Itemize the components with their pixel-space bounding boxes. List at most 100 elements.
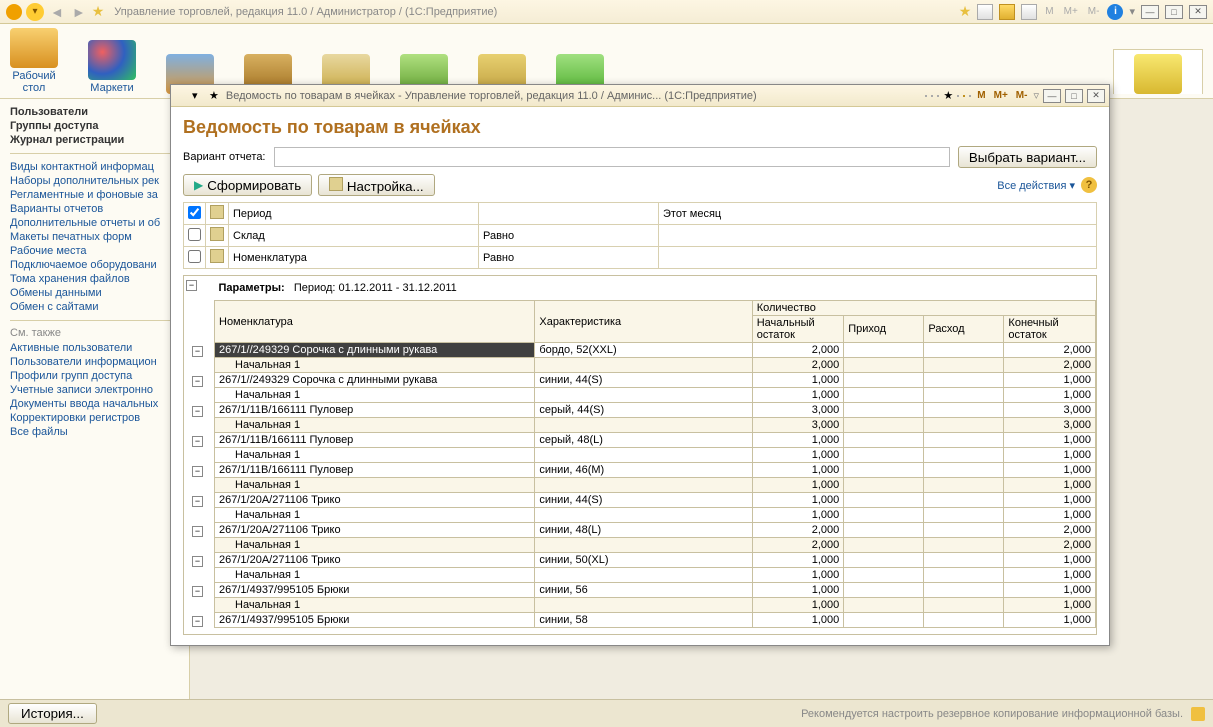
collapse-icon[interactable]: −	[192, 436, 203, 447]
collapse-icon[interactable]: −	[192, 586, 203, 597]
sidebar-item[interactable]: Все файлы	[10, 425, 179, 439]
sidebar-item[interactable]: Макеты печатных форм	[10, 230, 179, 244]
variant-input[interactable]	[274, 147, 950, 167]
star-icon[interactable]: ★	[943, 89, 953, 102]
preview-icon[interactable]	[937, 95, 939, 97]
report-row[interactable]: 267/1/20А/271106 Трикосинии, 44(S)1,0001…	[215, 493, 1096, 508]
report-row[interactable]: 267/1/11В/166111 Пуловерсерый, 48(L)1,00…	[215, 433, 1096, 448]
collapse-icon[interactable]: −	[192, 526, 203, 537]
modal-close-button[interactable]: ✕	[1087, 89, 1105, 103]
sidebar-item[interactable]: Рабочие места	[10, 244, 179, 258]
form-report-button[interactable]: ▶Сформировать	[183, 174, 312, 196]
print-icon[interactable]	[931, 95, 933, 97]
sidebar-item[interactable]: Активные пользователи	[10, 341, 179, 355]
report-row[interactable]: Начальная 13,0003,000	[215, 418, 1096, 433]
sidebar-item[interactable]: Пользователи информацион	[10, 355, 179, 369]
filter-checkbox[interactable]	[188, 228, 201, 241]
filter-checkbox[interactable]	[188, 250, 201, 263]
calc-icon[interactable]	[963, 95, 965, 97]
choose-variant-button[interactable]: Выбрать вариант...	[958, 146, 1097, 168]
collapse-icon[interactable]: −	[192, 466, 203, 477]
sidebar-item[interactable]: Пользователи	[10, 105, 179, 119]
collapse-icon[interactable]: −	[186, 280, 197, 291]
report-row[interactable]: Начальная 11,0001,000	[215, 568, 1096, 583]
sidebar-item[interactable]: Группы доступа	[10, 119, 179, 133]
forward-icon[interactable]: ►	[70, 4, 88, 20]
back-icon[interactable]: ◄	[48, 4, 66, 20]
section-desktop[interactable]: Рабочий стол	[10, 28, 58, 94]
modal-title: Ведомость по товарам в ячейках - Управле…	[226, 90, 923, 102]
collapse-icon[interactable]: −	[192, 496, 203, 507]
collapse-icon[interactable]: −	[192, 346, 203, 357]
filter-checkbox[interactable]	[188, 206, 201, 219]
m-plus-button[interactable]: M+	[992, 90, 1010, 101]
sidebar-item[interactable]: Регламентные и фоновые за	[10, 188, 179, 202]
all-actions-link[interactable]: Все действия ▾	[997, 179, 1075, 192]
report-row[interactable]: 267/1/11В/166111 Пуловерсинии, 46(М)1,00…	[215, 463, 1096, 478]
report-row[interactable]: 267/1/20А/271106 Трикосинии, 48(L)2,0002…	[215, 523, 1096, 538]
report-row[interactable]: 267/1/4937/995105 Брюкисинии, 581,0001,0…	[215, 613, 1096, 628]
tool-icon[interactable]	[957, 95, 959, 97]
report-row[interactable]: Начальная 12,0002,000	[215, 538, 1096, 553]
report-row[interactable]: 267/1/4937/995105 Брюкисинии, 561,0001,0…	[215, 583, 1096, 598]
m-button[interactable]: M	[975, 90, 987, 101]
report-row[interactable]: 267/1/11В/166111 Пуловерсерый, 44(S)3,00…	[215, 403, 1096, 418]
m-minus-button[interactable]: M-	[1014, 90, 1030, 101]
collapse-icon[interactable]: −	[192, 556, 203, 567]
sidebar-item[interactable]: Документы ввода начальных	[10, 397, 179, 411]
m-plus-button[interactable]: M+	[1062, 6, 1080, 17]
filter-row[interactable]: Склад Равно	[184, 225, 1097, 247]
section-marketing[interactable]: Маркети	[88, 40, 136, 94]
sidebar-item[interactable]: Профили групп доступа	[10, 369, 179, 383]
sidebar-item[interactable]: Корректировки регистров	[10, 411, 179, 425]
filter-row[interactable]: Номенклатура Равно	[184, 247, 1097, 269]
sidebar-item[interactable]: Обмены данными	[10, 286, 179, 300]
sidebar-item[interactable]: Тома хранения файлов	[10, 272, 179, 286]
report-row[interactable]: 267/1/20А/271106 Трикосинии, 50(XL)1,000…	[215, 553, 1096, 568]
help-icon[interactable]: ?	[1081, 177, 1097, 193]
favorite-icon[interactable]: ★	[209, 89, 219, 102]
sidebar-item[interactable]: Журнал регистрации	[10, 133, 179, 147]
maximize-button[interactable]: □	[1165, 5, 1183, 19]
collapse-icon[interactable]: −	[192, 406, 203, 417]
report-row[interactable]: Начальная 11,0001,000	[215, 448, 1096, 463]
close-button[interactable]: ✕	[1189, 5, 1207, 19]
modal-maximize-button[interactable]: □	[1065, 89, 1083, 103]
warning-icon[interactable]	[1191, 707, 1205, 721]
sidebar-item[interactable]: Варианты отчетов	[10, 202, 179, 216]
collapse-icon[interactable]: −	[192, 376, 203, 387]
sidebar-item[interactable]: Учетные записи электронно	[10, 383, 179, 397]
report-row[interactable]: Начальная 11,0001,000	[215, 478, 1096, 493]
report-row[interactable]: Начальная 11,0001,000	[215, 508, 1096, 523]
modal-minimize-button[interactable]: —	[1043, 89, 1061, 103]
m-minus-button[interactable]: M-	[1086, 6, 1102, 17]
report-row[interactable]: 267/1//249329 Сорочка с длинными рукавас…	[215, 373, 1096, 388]
report-grid[interactable]: Параметры: Период: 01.12.2011 - 31.12.20…	[183, 275, 1097, 635]
calendar-icon[interactable]	[999, 4, 1015, 20]
filter-row[interactable]: Период Этот месяц	[184, 203, 1097, 225]
favorite-icon[interactable]: ★	[92, 3, 105, 20]
dropdown-icon[interactable]: ▾	[192, 89, 206, 103]
collapse-icon[interactable]: −	[192, 616, 203, 627]
calc-icon[interactable]	[977, 4, 993, 20]
report-row[interactable]: Начальная 12,0002,000	[215, 358, 1096, 373]
m-button[interactable]: M	[1043, 6, 1055, 17]
history-button[interactable]: История...	[8, 703, 97, 724]
report-row[interactable]: Начальная 11,0001,000	[215, 388, 1096, 403]
star-icon[interactable]: ★	[959, 3, 972, 20]
tool-icon[interactable]	[1021, 4, 1037, 20]
sidebar-item[interactable]: Обмен с сайтами	[10, 300, 179, 314]
dropdown-icon[interactable]: ▾	[26, 3, 44, 21]
sidebar-item[interactable]: Виды контактной информац	[10, 160, 179, 174]
settings-button[interactable]: Настройка...	[318, 174, 434, 196]
report-row[interactable]: 267/1//249329 Сорочка с длинными рукаваб…	[215, 343, 1096, 358]
sidebar-item[interactable]: Наборы дополнительных рек	[10, 174, 179, 188]
info-icon[interactable]: i	[1107, 4, 1123, 20]
minimize-button[interactable]: —	[1141, 5, 1159, 19]
calendar-icon[interactable]	[969, 95, 971, 97]
report-row[interactable]: Начальная 11,0001,000	[215, 598, 1096, 613]
save-icon[interactable]	[925, 95, 927, 97]
section-9[interactable]	[1113, 49, 1203, 94]
sidebar-item[interactable]: Дополнительные отчеты и об	[10, 216, 179, 230]
sidebar-item[interactable]: Подключаемое оборудовани	[10, 258, 179, 272]
